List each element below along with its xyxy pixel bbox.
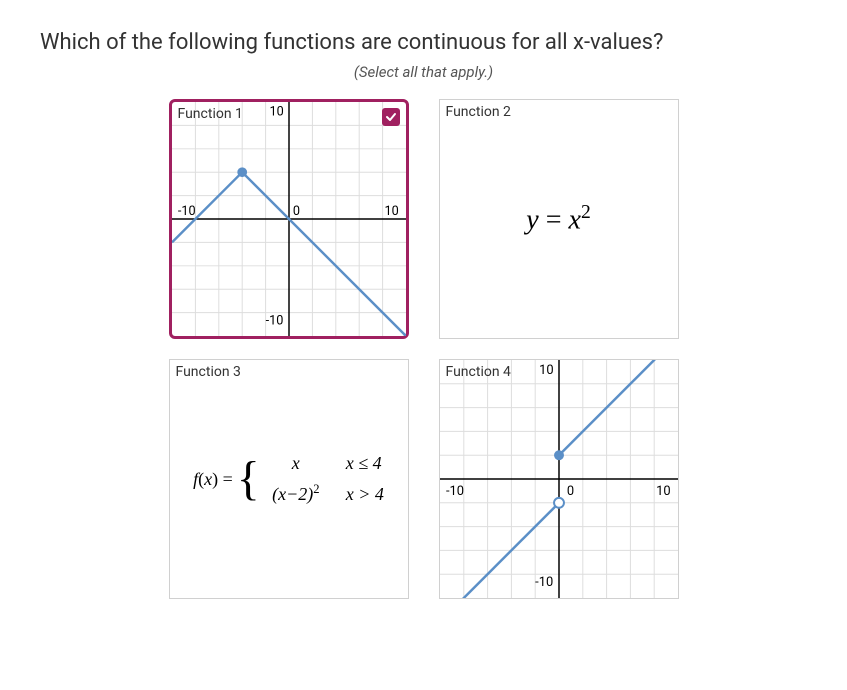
options-grid: Function 1 -10 10 10 -10 0 Function 2 — [40, 99, 807, 599]
formula-function-2: y = x2 — [440, 100, 678, 338]
svg-text:-10: -10 — [265, 313, 283, 328]
plot-function-1: -10 10 10 -10 0 — [172, 102, 406, 336]
option-function-4[interactable]: Function 4 -10 10 10 -10 0 — [439, 359, 679, 599]
svg-text:0: 0 — [566, 484, 573, 499]
svg-text:10: 10 — [384, 204, 398, 219]
svg-text:10: 10 — [539, 363, 553, 378]
card-label: Function 3 — [176, 364, 241, 380]
option-function-3[interactable]: Function 3 f(x) = { x x ≤ 4 (x−2)2 x > 4 — [169, 359, 409, 599]
svg-text:-10: -10 — [445, 484, 463, 499]
plot-function-4: -10 10 10 -10 0 — [440, 360, 678, 598]
card-label: Function 4 — [446, 364, 511, 380]
svg-text:-10: -10 — [177, 204, 195, 219]
card-label: Function 2 — [446, 104, 511, 120]
svg-text:10: 10 — [656, 484, 670, 499]
card-label: Function 1 — [178, 106, 243, 122]
formula-function-3: f(x) = { x x ≤ 4 (x−2)2 x > 4 — [170, 360, 408, 598]
svg-text:-10: -10 — [535, 575, 553, 590]
option-function-2[interactable]: Function 2 y = x2 — [439, 99, 679, 339]
question-text: Which of the following functions are con… — [40, 30, 807, 55]
option-function-1[interactable]: Function 1 -10 10 10 -10 0 — [169, 99, 409, 339]
check-icon — [382, 108, 400, 126]
svg-text:0: 0 — [292, 204, 299, 219]
svg-text:10: 10 — [269, 105, 283, 120]
instruction-text: (Select all that apply.) — [40, 63, 807, 81]
